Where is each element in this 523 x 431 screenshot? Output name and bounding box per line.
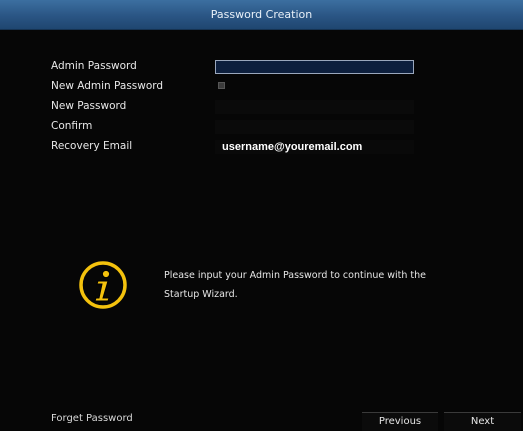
info-icon bbox=[79, 261, 127, 309]
new-admin-password-checkbox[interactable] bbox=[218, 82, 225, 89]
info-message: Please input your Admin Password to cont… bbox=[164, 270, 427, 300]
forget-password-link[interactable]: Forget Password bbox=[51, 413, 133, 424]
title-bar: Password Creation bbox=[0, 0, 523, 30]
admin-password-label: Admin Password bbox=[51, 60, 137, 72]
admin-password-input[interactable] bbox=[215, 60, 414, 74]
new-password-label: New Password bbox=[51, 100, 127, 112]
confirm-label: Confirm bbox=[51, 120, 93, 132]
previous-button[interactable]: Previous bbox=[362, 412, 438, 431]
new-password-field bbox=[215, 100, 414, 114]
next-button[interactable]: Next bbox=[444, 412, 521, 431]
recovery-email-label: Recovery Email bbox=[51, 140, 133, 152]
new-admin-password-label: New Admin Password bbox=[51, 80, 164, 92]
password-creation-window: Password Creation Admin Password New Adm… bbox=[0, 0, 523, 431]
confirm-password-field bbox=[215, 120, 414, 134]
recovery-email-value: username@youremail.com bbox=[222, 141, 363, 153]
window-title: Password Creation bbox=[210, 8, 313, 21]
